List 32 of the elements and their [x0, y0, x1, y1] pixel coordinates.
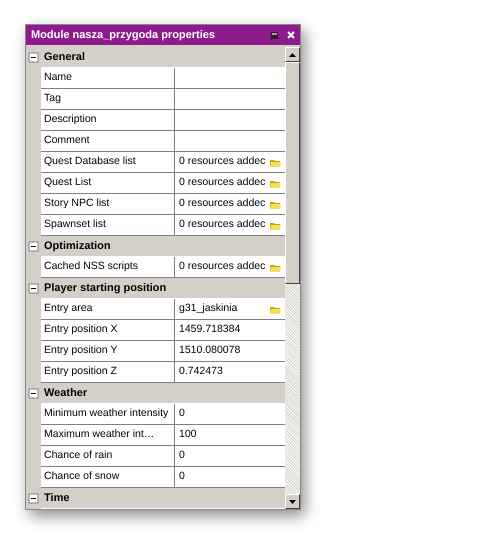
property-name: Quest List — [41, 173, 175, 194]
scroll-up-button[interactable] — [285, 47, 300, 62]
category-header[interactable]: Time — [41, 488, 285, 509]
collapse-icon[interactable] — [28, 241, 39, 252]
property-name: Description — [41, 110, 175, 131]
property-name: Entry position X — [41, 320, 175, 341]
property-name: Chance of rain — [41, 446, 175, 467]
property-name: Minimum weather intensity — [41, 404, 175, 425]
collapse-icon[interactable] — [28, 388, 39, 399]
property-name: Tag — [41, 89, 175, 110]
property-name: Name — [41, 68, 175, 89]
window-title: Module nasza_przygoda properties — [31, 28, 216, 43]
category-header[interactable]: Weather — [41, 383, 285, 404]
up-arrow-icon — [289, 52, 296, 56]
category-header[interactable]: Player starting position — [41, 278, 285, 299]
category-header[interactable]: Optimization — [41, 236, 285, 257]
property-name: Comment — [41, 131, 175, 152]
collapse-icon[interactable] — [28, 493, 39, 504]
close-icon[interactable] — [287, 31, 295, 39]
property-name: Quest Database list — [41, 152, 175, 173]
property-name: Story NPC list — [41, 194, 175, 215]
category-header[interactable]: General — [41, 47, 285, 68]
property-name: Maximum weather int… — [41, 425, 175, 446]
scroll-thumb[interactable] — [285, 62, 300, 284]
property-name: Entry area — [41, 299, 175, 320]
collapse-icon[interactable] — [28, 52, 39, 63]
scroll-down-button[interactable] — [285, 494, 300, 509]
down-arrow-icon — [289, 500, 296, 504]
scrollbar[interactable] — [285, 47, 300, 509]
pin-icon[interactable] — [270, 30, 279, 40]
collapse-icon[interactable] — [28, 283, 39, 294]
property-name: Entry position Y — [41, 341, 175, 362]
